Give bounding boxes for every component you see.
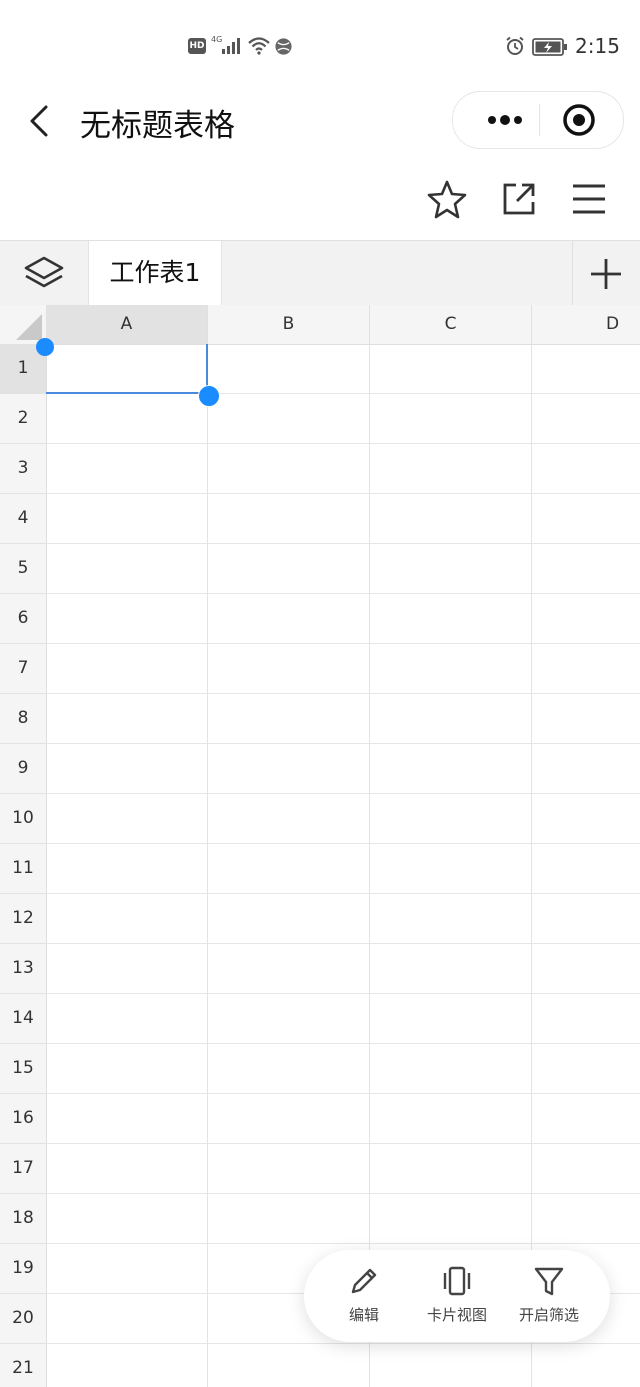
row-header[interactable]: 16 xyxy=(0,1094,47,1144)
wifi-icon xyxy=(248,37,270,55)
row-header[interactable]: 7 xyxy=(0,644,47,694)
column-header-b[interactable]: B xyxy=(208,305,370,345)
star-icon[interactable] xyxy=(426,178,468,220)
floating-action-bar: 编辑 卡片视图 开启筛选 xyxy=(304,1250,610,1342)
mini-program-capsule xyxy=(452,91,624,149)
card-view-label: 卡片视图 xyxy=(426,1306,487,1324)
more-icon[interactable] xyxy=(473,92,537,148)
menu-icon[interactable] xyxy=(568,178,610,220)
grid-line xyxy=(531,344,532,1387)
status-bar: HD 4G 2:15 xyxy=(0,0,640,92)
network-type: 4G xyxy=(211,35,223,44)
clock: 2:15 xyxy=(575,34,620,58)
row-header[interactable]: 11 xyxy=(0,844,47,894)
back-icon[interactable] xyxy=(26,104,52,138)
edit-button[interactable]: 编辑 xyxy=(319,1264,409,1332)
column-header-c[interactable]: C xyxy=(370,305,532,345)
signal-icon xyxy=(222,38,240,54)
page-title: 无标题表格 xyxy=(80,108,235,144)
alarm-icon xyxy=(506,36,524,55)
row-header[interactable]: 17 xyxy=(0,1144,47,1194)
column-header-d[interactable]: D xyxy=(532,305,640,345)
row-header[interactable]: 9 xyxy=(0,744,47,794)
grid-line xyxy=(46,443,640,444)
row-header[interactable]: 15 xyxy=(0,1044,47,1094)
filter-label: 开启筛选 xyxy=(518,1306,579,1324)
selection-handle-end[interactable] xyxy=(198,385,220,407)
grid-line xyxy=(46,943,640,944)
close-target-icon[interactable] xyxy=(559,100,599,140)
row-header[interactable]: 10 xyxy=(0,794,47,844)
grid-line xyxy=(46,1143,640,1144)
row-header[interactable]: 14 xyxy=(0,994,47,1044)
grid-line xyxy=(46,593,640,594)
hd-icon: HD xyxy=(188,38,206,54)
row-header[interactable]: 4 xyxy=(0,494,47,544)
edit-label: 编辑 xyxy=(348,1306,379,1324)
card-view-button[interactable]: 卡片视图 xyxy=(412,1264,502,1332)
grid-line xyxy=(46,693,640,694)
row-header[interactable]: 18 xyxy=(0,1194,47,1244)
row-header[interactable]: 6 xyxy=(0,594,47,644)
row-header[interactable]: 5 xyxy=(0,544,47,594)
grid-line xyxy=(46,893,640,894)
filter-icon xyxy=(534,1267,564,1296)
row-header[interactable]: 8 xyxy=(0,694,47,744)
grid-line xyxy=(207,344,208,1387)
pencil-icon xyxy=(351,1268,377,1294)
tab-sheet1[interactable]: 工作表1 xyxy=(88,241,222,305)
globe-icon xyxy=(275,38,292,55)
row-header[interactable]: 20 xyxy=(0,1294,47,1344)
grid-line xyxy=(46,743,640,744)
battery-icon xyxy=(532,38,567,56)
grid-line xyxy=(46,643,640,644)
card-view-icon xyxy=(443,1266,471,1296)
grid-line xyxy=(46,1093,640,1094)
row-header[interactable]: 19 xyxy=(0,1244,47,1294)
grid-line xyxy=(46,1243,640,1244)
grid-line xyxy=(46,993,640,994)
row-header[interactable]: 21 xyxy=(0,1344,47,1387)
add-sheet-icon[interactable] xyxy=(588,256,624,292)
grid-line xyxy=(46,843,640,844)
grid-line xyxy=(46,543,640,544)
capsule-divider xyxy=(539,104,540,136)
row-header[interactable]: 2 xyxy=(0,394,47,444)
filter-button[interactable]: 开启筛选 xyxy=(504,1264,594,1332)
row-header[interactable]: 12 xyxy=(0,894,47,944)
grid-line xyxy=(46,1193,640,1194)
row-header[interactable]: 3 xyxy=(0,444,47,494)
selection-handle-start[interactable] xyxy=(36,338,54,356)
row-header[interactable]: 13 xyxy=(0,944,47,994)
tab-divider xyxy=(572,241,573,305)
grid-line xyxy=(46,493,640,494)
grid-line xyxy=(46,1343,640,1344)
grid-line xyxy=(46,1043,640,1044)
grid-line xyxy=(369,344,370,1387)
layers-icon[interactable] xyxy=(22,255,66,291)
spreadsheet-grid[interactable]: A B C D 1 2 3 4 5 6 7 8 9 10 11 12 13 14 15 16 17 18 19 20 2… xyxy=(0,305,640,1387)
sheet-tabs: 工作表1 xyxy=(0,240,640,306)
selected-cell-a1[interactable] xyxy=(46,344,208,394)
column-header-a[interactable]: A xyxy=(46,305,208,345)
share-external-icon[interactable] xyxy=(498,178,540,220)
grid-line xyxy=(46,793,640,794)
